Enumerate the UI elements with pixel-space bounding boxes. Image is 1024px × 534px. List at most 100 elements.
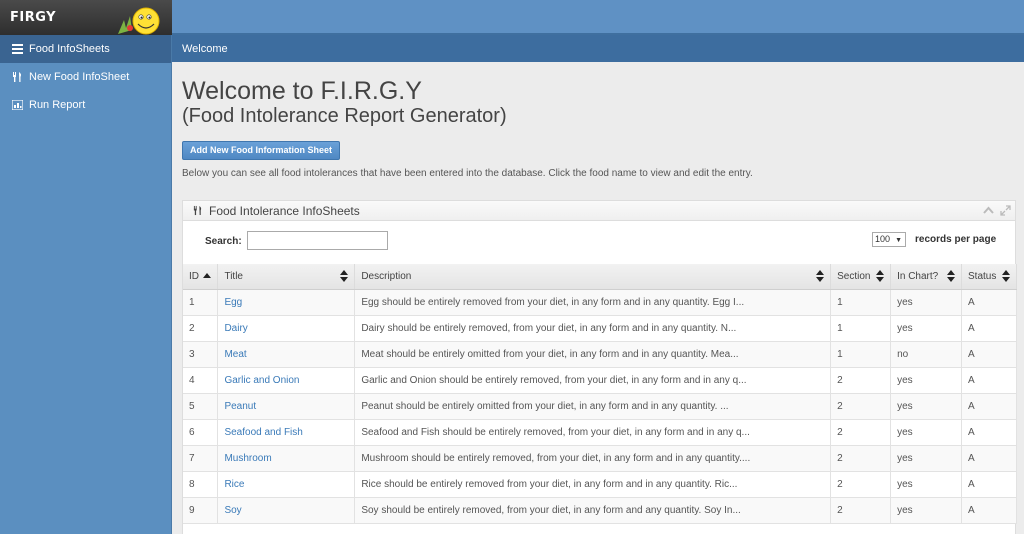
column-header-status[interactable]: Status <box>961 264 1017 290</box>
cell-section: 2 <box>830 367 892 394</box>
sort-both-icon <box>947 270 956 282</box>
sort-both-icon <box>816 270 825 282</box>
cutlery-icon <box>13 72 21 82</box>
cell-status: A <box>961 315 1017 342</box>
food-title-link[interactable]: Garlic and Onion <box>217 367 356 394</box>
collapse-icon[interactable] <box>983 205 994 216</box>
sidebar-item-food-infosheets[interactable]: Food InfoSheets <box>0 35 171 63</box>
cell-id: 4 <box>183 367 219 394</box>
cell-in-chart: yes <box>890 445 963 472</box>
cell-in-chart: yes <box>890 315 963 342</box>
column-header-description[interactable]: Description <box>354 264 832 290</box>
top-bar: FIRGY <box>0 0 1024 35</box>
cell-section: 2 <box>830 471 892 498</box>
sidebar-item-label: New Food InfoSheet <box>29 71 130 83</box>
food-title-link[interactable]: Rice <box>217 471 356 498</box>
cell-in-chart: yes <box>890 471 963 498</box>
column-header-id[interactable]: ID <box>183 264 219 290</box>
cell-description: Garlic and Onion should be entirely remo… <box>354 367 832 394</box>
brand[interactable]: FIRGY <box>0 0 172 35</box>
cell-description: Rice should be entirely removed from you… <box>354 471 832 498</box>
cell-status: A <box>961 497 1017 524</box>
expand-icon[interactable] <box>1000 205 1011 216</box>
records-per-page-select[interactable]: 100 ▼ <box>872 232 906 247</box>
cell-in-chart: yes <box>890 393 963 420</box>
table-row: 2 Dairy Dairy should be entirely removed, … <box>183 315 1017 342</box>
food-title-link[interactable]: Meat <box>217 341 356 368</box>
panel-title: Food Intolerance InfoSheets <box>209 203 360 218</box>
cell-section: 2 <box>830 419 892 446</box>
table-row: 9 Soy Soy should be entirely removed, from… <box>183 497 1017 524</box>
cell-description: Peanut should be entirely omitted from y… <box>354 393 832 420</box>
table-row: 5 Peanut Peanut should be entirely omitted… <box>183 393 1017 420</box>
cell-id: 3 <box>183 341 219 368</box>
search-input[interactable] <box>247 231 388 250</box>
cell-id: 1 <box>183 289 219 316</box>
cell-status: A <box>961 419 1017 446</box>
breadcrumb[interactable]: Welcome <box>172 35 1024 62</box>
table-row: 3 Meat Meat should be entirely omitted fro… <box>183 341 1017 368</box>
cell-section: 2 <box>830 445 892 472</box>
cell-section: 1 <box>830 289 892 316</box>
food-title-link[interactable]: Mushroom <box>217 445 356 472</box>
cell-status: A <box>961 445 1017 472</box>
chart-icon <box>12 100 23 110</box>
sidebar-item-run-report[interactable]: Run Report <box>0 91 171 119</box>
page-title: Welcome to F.I.R.G.Y <box>182 77 422 105</box>
table-controls: Search: 100 ▼ records per page <box>183 221 1015 263</box>
sort-both-icon <box>876 270 885 282</box>
table-header-row: ID Title Description Section In Chart? S… <box>183 264 1017 290</box>
intro-text: Below you can see all food intolerances … <box>182 168 753 179</box>
cell-description: Seafood and Fish should be entirely remo… <box>354 419 832 446</box>
brand-name: FIRGY <box>10 10 57 25</box>
search-label: Search: <box>205 236 242 247</box>
table-row: 7 Mushroom Mushroom should be entirely rem… <box>183 445 1017 472</box>
cell-id: 9 <box>183 497 219 524</box>
add-infosheet-button[interactable]: Add New Food Information Sheet <box>182 141 340 160</box>
main-content: Welcome Welcome to F.I.R.G.Y (Food Intol… <box>172 35 1024 534</box>
sidebar: Food InfoSheets New Food InfoSheet Run R… <box>0 35 172 534</box>
cell-description: Meat should be entirely omitted from you… <box>354 341 832 368</box>
cutlery-icon <box>193 205 202 216</box>
cell-status: A <box>961 341 1017 368</box>
table-row: 8 Rice Rice should be entirely removed fro… <box>183 471 1017 498</box>
table-row: 1 Egg Egg should be entirely removed from … <box>183 289 1017 316</box>
cell-description: Egg should be entirely removed from your… <box>354 289 832 316</box>
cell-id: 6 <box>183 419 219 446</box>
cell-in-chart: yes <box>890 289 963 316</box>
sidebar-item-label: Run Report <box>29 99 86 111</box>
food-title-link[interactable]: Egg <box>217 289 356 316</box>
food-title-link[interactable]: Dairy <box>217 315 356 342</box>
cell-description: Soy should be entirely removed, from you… <box>354 497 832 524</box>
page-subtitle: (Food Intolerance Report Generator) <box>182 105 507 127</box>
cell-description: Mushroom should be entirely removed, fro… <box>354 445 832 472</box>
cell-id: 5 <box>183 393 219 420</box>
sort-both-icon <box>1002 270 1010 282</box>
column-header-section[interactable]: Section <box>830 264 892 290</box>
cell-section: 2 <box>830 497 892 524</box>
sidebar-item-label: Food InfoSheets <box>29 43 110 55</box>
cell-status: A <box>961 471 1017 498</box>
food-title-link[interactable]: Peanut <box>217 393 356 420</box>
records-per-page-label: records per page <box>915 234 997 245</box>
cell-status: A <box>961 393 1017 420</box>
column-header-title[interactable]: Title <box>217 264 356 290</box>
list-icon <box>12 44 23 54</box>
cell-id: 7 <box>183 445 219 472</box>
cell-id: 8 <box>183 471 219 498</box>
infosheets-panel: Food Intolerance InfoSheets Search: 100 … <box>182 200 1017 534</box>
table-row: 6 Seafood and Fish Seafood and Fish should… <box>183 419 1017 446</box>
cell-in-chart: yes <box>890 367 963 394</box>
sidebar-item-new-food-infosheet[interactable]: New Food InfoSheet <box>0 63 171 91</box>
cell-section: 1 <box>830 341 892 368</box>
food-title-link[interactable]: Seafood and Fish <box>217 419 356 446</box>
cell-status: A <box>961 289 1017 316</box>
cell-section: 2 <box>830 393 892 420</box>
sort-asc-icon <box>203 273 212 278</box>
column-header-in-chart[interactable]: In Chart? <box>890 264 963 290</box>
table-row: 4 Garlic and Onion Garlic and Onion should… <box>183 367 1017 394</box>
cell-in-chart: no <box>890 341 963 368</box>
food-title-link[interactable]: Soy <box>217 497 356 524</box>
cell-in-chart: yes <box>890 497 963 524</box>
cell-description: Dairy should be entirely removed, from y… <box>354 315 832 342</box>
